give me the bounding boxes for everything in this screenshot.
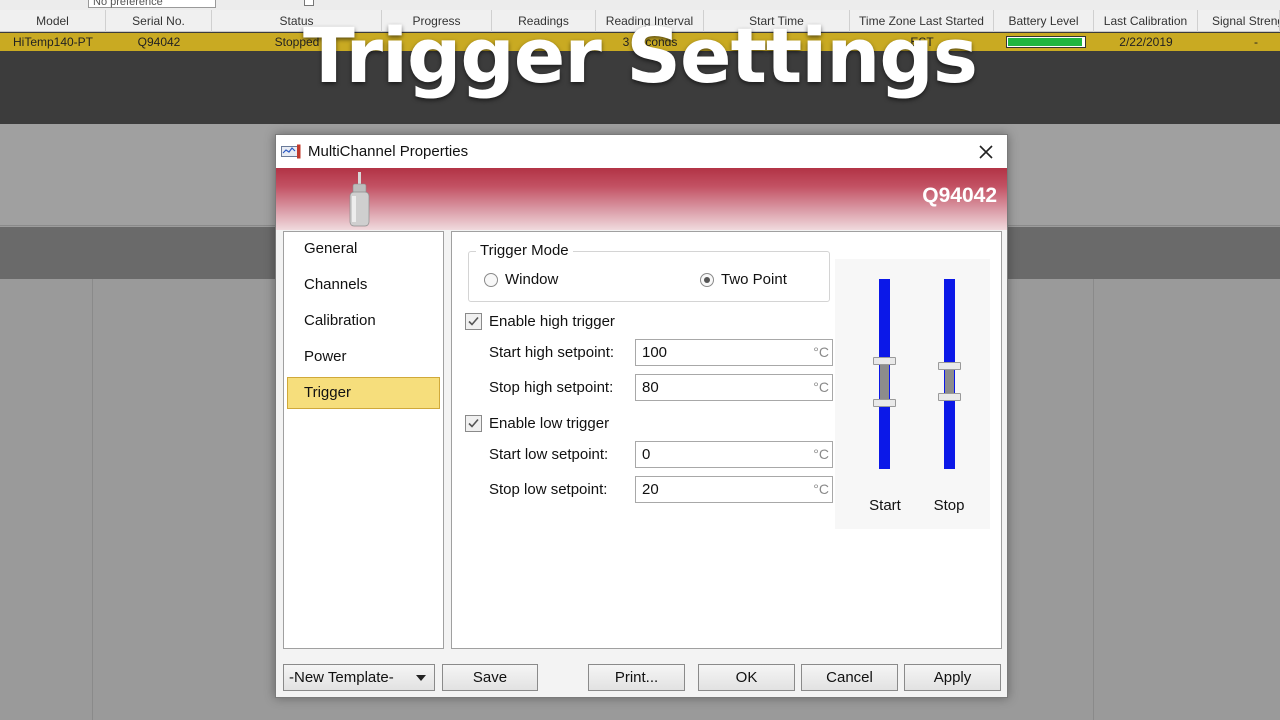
close-icon [979, 144, 993, 159]
nav-item-trigger[interactable]: Trigger [287, 377, 440, 409]
radio-window[interactable]: Window [484, 271, 558, 288]
probe-device-icon [349, 172, 370, 227]
unit-label: °C [813, 481, 829, 497]
stop-low-setpoint-field[interactable]: °C [635, 476, 833, 503]
settings-nav: General Channels Calibration Power Trigger [283, 231, 444, 649]
setpoint-slider-panel: Start Stop [835, 259, 990, 529]
nav-item-channels[interactable]: Channels [287, 269, 440, 301]
enable-high-trigger-checkbox[interactable] [465, 313, 482, 330]
stop-slider-upper-handle[interactable] [938, 362, 961, 371]
device-serial: Q94042 [922, 184, 997, 207]
grid-line [92, 279, 93, 720]
enable-low-trigger-label: Enable low trigger [489, 415, 610, 432]
stop-slider-label: Stop [933, 497, 965, 514]
unit-label: °C [813, 344, 829, 360]
start-low-setpoint-label: Start low setpoint: [489, 446, 609, 463]
screen: No preference Model Serial No. Status Pr… [0, 0, 1280, 720]
nav-item-calibration[interactable]: Calibration [287, 305, 440, 337]
save-button[interactable]: Save [442, 664, 538, 691]
dialog-title: MultiChannel Properties [308, 143, 469, 160]
start-slider-range [880, 360, 889, 403]
stop-slider-track[interactable] [938, 279, 961, 469]
app-icon [281, 144, 301, 159]
stop-slider-lower-handle[interactable] [938, 392, 961, 401]
apply-button[interactable]: Apply [904, 664, 1001, 691]
radio-two-point-indicator[interactable] [700, 272, 714, 287]
stop-low-setpoint-label: Stop low setpoint: [489, 481, 608, 498]
ok-button[interactable]: OK [698, 664, 795, 691]
template-dropdown-value: -New Template- [289, 669, 394, 686]
start-low-setpoint-field[interactable]: °C [635, 441, 833, 468]
checkmark-icon [468, 418, 479, 428]
nav-item-power[interactable]: Power [287, 341, 440, 373]
stop-high-setpoint-label: Stop high setpoint: [489, 379, 614, 396]
nav-item-general[interactable]: General [287, 233, 440, 265]
unit-label: °C [813, 379, 829, 395]
radio-window-label: Window [505, 271, 559, 288]
enable-low-trigger[interactable]: Enable low trigger [465, 415, 609, 432]
stop-low-setpoint-input[interactable] [636, 477, 806, 502]
dialog-titlebar[interactable]: MultiChannel Properties [276, 135, 1007, 168]
close-button[interactable] [965, 135, 1007, 168]
unit-label: °C [813, 446, 829, 462]
enable-high-trigger-label: Enable high trigger [489, 313, 615, 330]
start-slider-label: Start [869, 497, 901, 514]
start-high-setpoint-input[interactable] [636, 340, 806, 365]
overlay-title: Trigger Settings [302, 11, 978, 100]
start-low-setpoint-input[interactable] [636, 442, 806, 467]
start-high-setpoint-label: Start high setpoint: [489, 344, 615, 361]
trigger-panel: Window Two Point Trigger Mode Enable hig… [451, 231, 1002, 649]
radio-window-indicator[interactable] [484, 272, 498, 287]
start-high-setpoint-field[interactable]: °C [635, 339, 833, 366]
device-banner: Q94042 [276, 168, 1007, 230]
cancel-button[interactable]: Cancel [801, 664, 898, 691]
start-slider-upper-handle[interactable] [873, 356, 896, 365]
print-button[interactable]: Print... [588, 664, 685, 691]
grid-line [1093, 279, 1094, 720]
enable-high-trigger[interactable]: Enable high trigger [465, 313, 615, 330]
stop-high-setpoint-input[interactable] [636, 375, 806, 400]
stop-high-setpoint-field[interactable]: °C [635, 374, 833, 401]
trigger-mode-legend: Trigger Mode [476, 242, 573, 260]
properties-dialog: MultiChannel Properties Q94042 General Ch… [275, 134, 1008, 698]
start-slider-track[interactable] [873, 279, 896, 469]
radio-two-point[interactable]: Two Point [700, 271, 787, 288]
template-dropdown[interactable]: -New Template- [283, 664, 435, 691]
chevron-down-icon [416, 675, 426, 681]
radio-two-point-label: Two Point [721, 271, 787, 288]
start-slider-lower-handle[interactable] [873, 398, 896, 407]
checkmark-icon [468, 316, 479, 326]
enable-low-trigger-checkbox[interactable] [465, 415, 482, 432]
